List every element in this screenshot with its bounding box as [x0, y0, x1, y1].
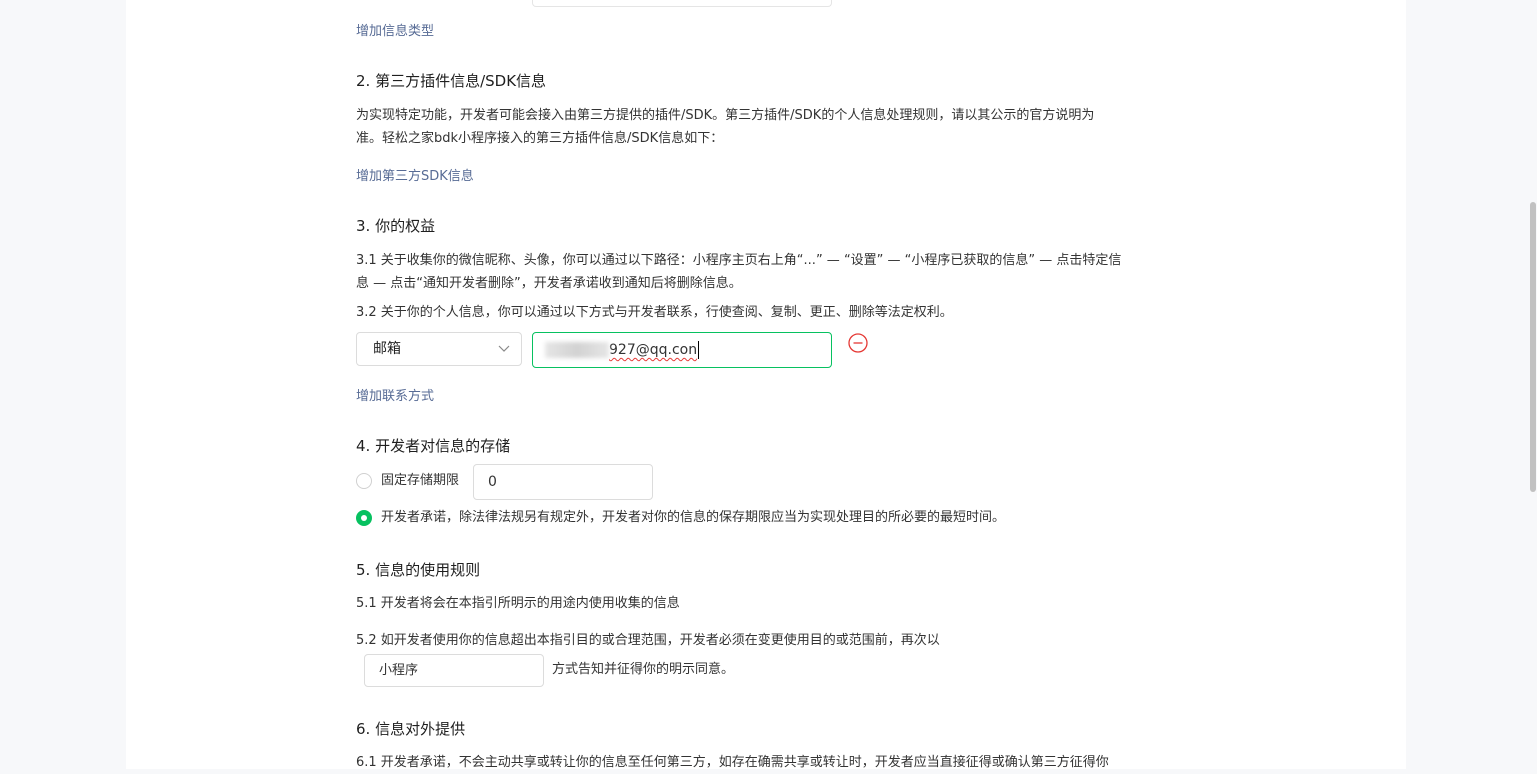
contact-value-text: 927@qq.con — [609, 342, 698, 358]
storage-fixed-label: 固定存储期限 — [381, 473, 460, 488]
contact-value-input[interactable]: 927@qq.con — [532, 332, 832, 368]
section-4-title: 4. 开发者对信息的存储 — [356, 437, 511, 455]
storage-period-input[interactable]: 0 — [473, 464, 653, 500]
section-3-title: 3. 你的权益 — [356, 217, 436, 235]
section-5-item2: 5.2 如开发者使用你的信息超出本指引目的或合理范围，开发者必须在变更使用目的或… — [356, 633, 940, 648]
add-contact-link[interactable]: 增加联系方式 — [356, 385, 434, 404]
section-5-item2-suffix: 方式告知并征得你的明示同意。 — [552, 662, 735, 677]
section-2-para-line1: 为实现特定功能，开发者可能会接入由第三方提供的插件/SDK。第三方插件/SDK的… — [356, 108, 1095, 123]
minus-circle-icon — [848, 333, 868, 357]
previous-input-edge[interactable] — [532, 0, 832, 7]
section-6-item1: 6.1 开发者承诺，不会主动共享或转让你的信息至任何第三方，如存在确需共享或转让… — [356, 755, 1109, 770]
contact-type-value: 邮箱 — [373, 341, 401, 357]
section-5-title: 5. 信息的使用规则 — [356, 561, 481, 579]
chevron-down-icon — [497, 333, 511, 365]
section-3-item1-line2: 息 — 点击“通知开发者删除”，开发者承诺收到通知后将删除信息。 — [356, 276, 742, 291]
add-sdk-link[interactable]: 增加第三方SDK信息 — [356, 165, 474, 184]
scrollbar-thumb[interactable] — [1530, 202, 1536, 492]
storage-period-value: 0 — [488, 474, 497, 490]
page-panel: 增加信息类型 2. 第三方插件信息/SDK信息 为实现特定功能，开发者可能会接入… — [126, 0, 1406, 770]
storage-promise-label: 开发者承诺，除法律法规另有规定外，开发者对你的信息的保存期限应当为实现处理目的所… — [381, 510, 1006, 525]
page-scrollbar[interactable] — [1529, 0, 1537, 769]
text-caret — [698, 341, 700, 359]
redacted-text — [545, 342, 609, 358]
add-info-type-link[interactable]: 增加信息类型 — [356, 20, 434, 39]
notify-method-input[interactable]: 小程序 — [364, 654, 544, 687]
contact-type-select[interactable]: 邮箱 — [356, 332, 522, 366]
storage-fixed-radio[interactable] — [356, 473, 372, 489]
section-2-title: 2. 第三方插件信息/SDK信息 — [356, 72, 547, 90]
storage-promise-radio[interactable] — [356, 510, 372, 526]
section-6-title: 6. 信息对外提供 — [356, 720, 466, 738]
notify-method-value: 小程序 — [379, 663, 419, 678]
remove-contact-button[interactable] — [848, 333, 868, 353]
section-3-item1-line1: 3.1 关于收集你的微信昵称、头像，你可以通过以下路径：小程序主页右上角“...… — [356, 253, 1122, 268]
section-2-para-line2: 准。轻松之家bdk小程序接入的第三方插件信息/SDK信息如下： — [356, 131, 724, 146]
section-5-item1: 5.1 开发者将会在本指引所明示的用途内使用收集的信息 — [356, 596, 680, 611]
section-3-item2: 3.2 关于你的个人信息，你可以通过以下方式与开发者联系，行使查阅、复制、更正、… — [356, 305, 953, 320]
